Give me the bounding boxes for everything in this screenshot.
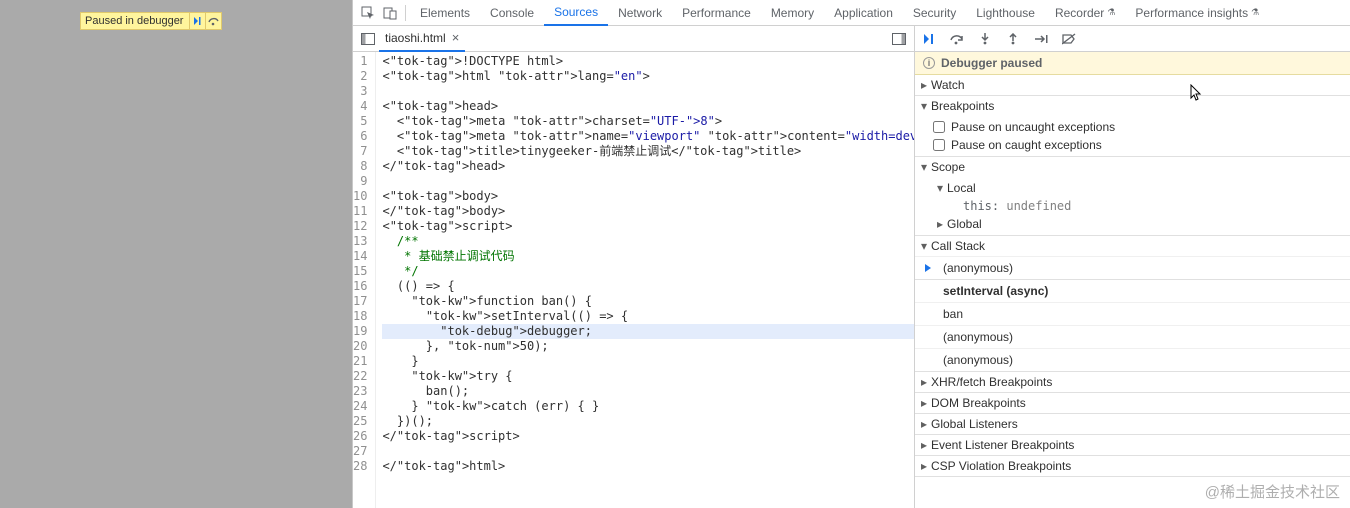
watch-section[interactable]: ▸Watch xyxy=(915,75,1350,95)
tab-performance[interactable]: Performance xyxy=(672,0,761,26)
scope-this: this: undefined xyxy=(923,197,1350,215)
pause-caught-checkbox[interactable]: Pause on caught exceptions xyxy=(923,136,1350,154)
pause-uncaught-checkbox[interactable]: Pause on uncaught exceptions xyxy=(923,118,1350,136)
tab-console[interactable]: Console xyxy=(480,0,544,26)
close-icon[interactable]: × xyxy=(452,30,460,45)
code-editor[interactable]: 1234567891011121314151617181920212223242… xyxy=(353,52,914,508)
source-file-tabs: tiaoshi.html × xyxy=(353,26,914,52)
resume-icon[interactable] xyxy=(189,13,205,29)
tab-lighthouse[interactable]: Lighthouse xyxy=(966,0,1045,26)
devtools-tabbar: Elements Console Sources Network Perform… xyxy=(353,0,1350,26)
file-tab[interactable]: tiaoshi.html × xyxy=(379,26,465,52)
navigator-toggle-icon[interactable] xyxy=(357,33,379,45)
scope-section[interactable]: ▾Scope xyxy=(915,157,1350,177)
step-over-button[interactable] xyxy=(949,31,965,47)
tab-perf-insights[interactable]: Performance insights⚗ xyxy=(1125,0,1269,26)
debugger-toolbar xyxy=(915,26,1350,52)
device-toggle-icon[interactable] xyxy=(379,2,401,24)
deactivate-breakpoints-button[interactable] xyxy=(1061,31,1077,47)
inspect-icon[interactable] xyxy=(357,2,379,24)
dom-breakpoints-section[interactable]: ▸DOM Breakpoints xyxy=(915,393,1350,413)
callstack-async: setInterval (async) xyxy=(915,279,1350,302)
info-icon: i xyxy=(923,57,935,69)
callstack-section[interactable]: ▾Call Stack xyxy=(915,236,1350,256)
csp-breakpoints-section[interactable]: ▸CSP Violation Breakpoints xyxy=(915,456,1350,476)
breakpoints-section[interactable]: ▾Breakpoints xyxy=(915,96,1350,116)
debugger-pane: i Debugger paused ▸Watch ▾Breakpoints Pa… xyxy=(915,26,1350,508)
step-over-icon[interactable] xyxy=(205,13,221,29)
step-out-button[interactable] xyxy=(1005,31,1021,47)
tab-elements[interactable]: Elements xyxy=(410,0,480,26)
sources-panel: tiaoshi.html × 1234567891011121314151617… xyxy=(353,26,915,508)
devtools-window: Elements Console Sources Network Perform… xyxy=(352,0,1350,508)
callstack-frame[interactable]: ban xyxy=(915,302,1350,325)
tab-memory[interactable]: Memory xyxy=(761,0,824,26)
scope-local[interactable]: ▾Local xyxy=(923,179,1350,197)
debugger-paused-banner: i Debugger paused xyxy=(915,52,1350,75)
callstack-frame[interactable]: (anonymous) xyxy=(915,325,1350,348)
tab-application[interactable]: Application xyxy=(824,0,903,26)
paused-overlay: Paused in debugger xyxy=(80,12,222,30)
editor-more-icon[interactable] xyxy=(888,33,910,45)
scope-global[interactable]: ▸Global xyxy=(923,215,1350,233)
global-listeners-section[interactable]: ▸Global Listeners xyxy=(915,414,1350,434)
tab-sources[interactable]: Sources xyxy=(544,0,608,26)
paused-text: Paused in debugger xyxy=(81,15,189,27)
file-name: tiaoshi.html xyxy=(385,31,446,45)
event-listener-breakpoints-section[interactable]: ▸Event Listener Breakpoints xyxy=(915,435,1350,455)
callstack-frame[interactable]: (anonymous) xyxy=(915,256,1350,279)
tab-security[interactable]: Security xyxy=(903,0,966,26)
tab-recorder[interactable]: Recorder⚗ xyxy=(1045,0,1125,26)
step-button[interactable] xyxy=(1033,31,1049,47)
step-into-button[interactable] xyxy=(977,31,993,47)
watermark: @稀土掘金技术社区 xyxy=(1205,481,1340,502)
xhr-breakpoints-section[interactable]: ▸XHR/fetch Breakpoints xyxy=(915,372,1350,392)
callstack-frame[interactable]: (anonymous) xyxy=(915,348,1350,371)
resume-button[interactable] xyxy=(921,31,937,47)
tab-network[interactable]: Network xyxy=(608,0,672,26)
